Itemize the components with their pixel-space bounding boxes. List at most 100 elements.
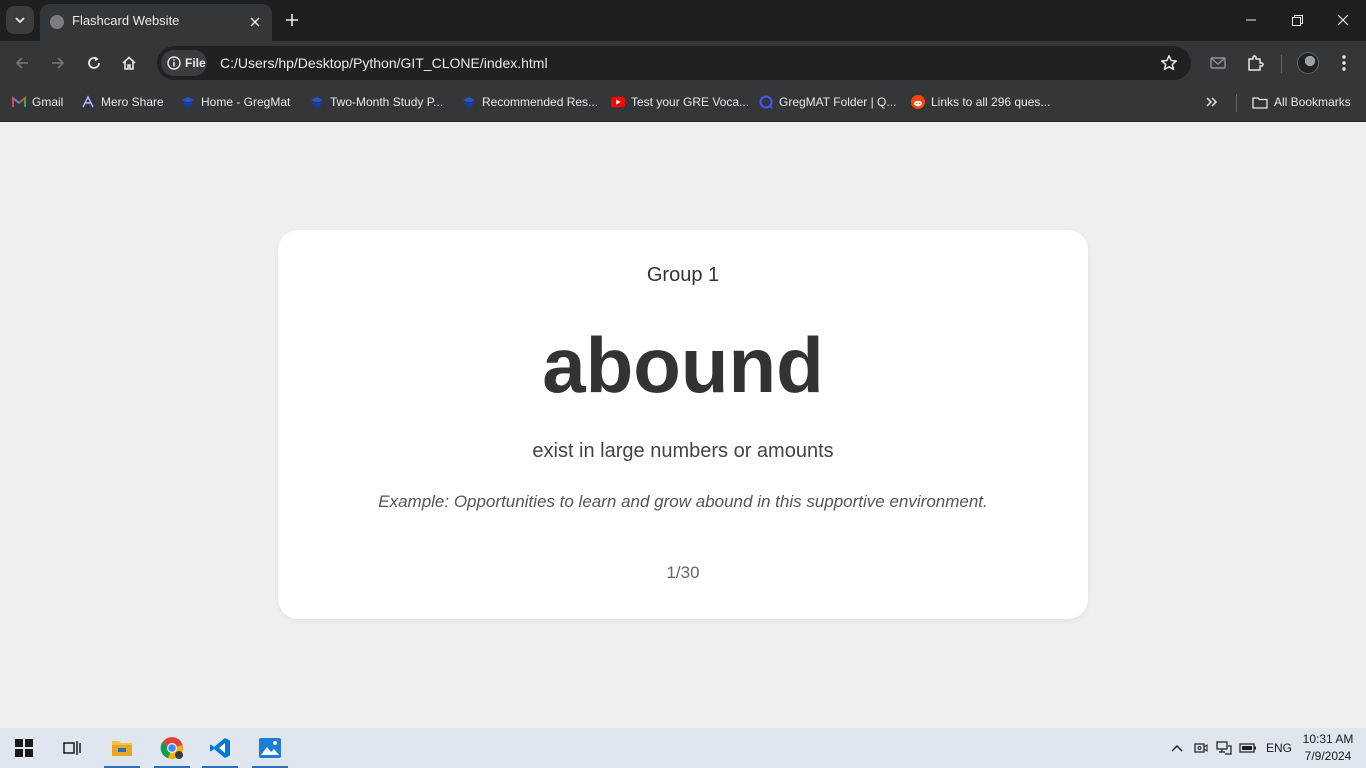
battery-icon xyxy=(1239,743,1256,753)
group-label: Group 1 xyxy=(646,264,720,286)
tray-overflow-button[interactable] xyxy=(1168,740,1186,756)
address-bar[interactable]: File C:/Users/hp/Desktop/Python/GIT_CLON… xyxy=(157,46,1191,80)
bookmark-gmail[interactable]: Gmail xyxy=(12,92,63,112)
gmail-icon xyxy=(12,95,26,109)
bookmark-label: GregMAT Folder | Q... xyxy=(779,95,897,109)
chrome-icon xyxy=(160,737,183,760)
bookmarks-overflow-button[interactable] xyxy=(1202,93,1222,111)
home-button[interactable] xyxy=(114,48,144,78)
tray-meet-button[interactable] xyxy=(1192,740,1210,756)
windows-taskbar: ENG 10:31 AM 7/9/2024 xyxy=(0,728,1366,768)
star-icon xyxy=(1161,55,1177,71)
bookmark-label: Mero Share xyxy=(101,95,164,109)
close-window-button[interactable] xyxy=(1320,0,1366,40)
system-clock[interactable]: 10:31 AM 7/9/2024 xyxy=(1298,731,1358,765)
task-view-icon xyxy=(63,741,81,755)
globe-icon xyxy=(50,15,64,29)
tab-search-button[interactable] xyxy=(6,6,34,34)
tab-strip: Flashcard Website xyxy=(0,0,1366,41)
reddit-icon xyxy=(911,95,925,109)
task-view-button[interactable] xyxy=(52,728,92,768)
webcam-icon xyxy=(1194,743,1208,753)
mail-extension-button[interactable] xyxy=(1207,52,1229,74)
double-chevron-right-icon xyxy=(1206,97,1218,107)
more-vertical-icon xyxy=(1342,55,1346,71)
bookmark-two-month-study[interactable]: Two-Month Study P... xyxy=(310,92,443,112)
mero-share-icon xyxy=(81,95,95,109)
all-bookmarks-button[interactable]: All Bookmarks xyxy=(1252,92,1351,112)
back-button[interactable] xyxy=(7,48,37,78)
taskbar-photos[interactable] xyxy=(250,728,290,768)
flashcard-example: Example: Opportunities to learn and grow… xyxy=(378,492,988,511)
taskbar-chrome[interactable] xyxy=(152,728,192,768)
bookmark-star-button[interactable] xyxy=(1159,53,1179,73)
puzzle-icon xyxy=(1248,55,1264,71)
quizlet-icon xyxy=(759,95,773,109)
network-icon xyxy=(1216,741,1232,755)
home-icon xyxy=(122,56,136,70)
tray-battery-button[interactable] xyxy=(1239,740,1257,756)
scheme-label: File xyxy=(185,56,206,70)
bookmarks-divider xyxy=(1236,94,1237,112)
bookmark-home-gregmat[interactable]: Home - GregMat xyxy=(181,92,290,112)
youtube-icon xyxy=(611,95,625,109)
close-icon xyxy=(1337,14,1349,26)
reload-icon xyxy=(88,56,100,69)
bookmark-label: Recommended Res... xyxy=(482,95,599,109)
extensions-button[interactable] xyxy=(1244,52,1266,74)
flashcard[interactable]: Group 1 abound exist in large numbers or… xyxy=(278,230,1088,619)
new-tab-button[interactable] xyxy=(280,8,304,32)
bookmark-links-296-questions[interactable]: Links to all 296 ques... xyxy=(911,92,1050,112)
gregmat-icon xyxy=(181,95,195,109)
toolbar-divider xyxy=(1281,55,1282,73)
input-language[interactable]: ENG xyxy=(1266,741,1292,755)
flashcard-definition: exist in large numbers or amounts xyxy=(532,440,834,462)
site-info-chip[interactable]: File xyxy=(161,50,207,76)
arrow-left-icon xyxy=(15,57,28,69)
arrow-right-icon xyxy=(52,57,65,69)
clock-time: 10:31 AM xyxy=(1302,732,1354,746)
bookmark-gregmat-folder[interactable]: GregMAT Folder | Q... xyxy=(759,92,896,112)
bookmark-recommended-resources[interactable]: Recommended Res... xyxy=(462,92,598,112)
browser-toolbar: File C:/Users/hp/Desktop/Python/GIT_CLON… xyxy=(0,41,1366,84)
tray-network-button[interactable] xyxy=(1215,740,1233,756)
tab-close-button[interactable] xyxy=(246,13,264,31)
bookmark-mero-share[interactable]: Mero Share xyxy=(81,92,164,112)
card-counter: 1/30 xyxy=(666,563,700,582)
taskbar-file-explorer[interactable] xyxy=(102,728,142,768)
taskbar-vscode[interactable] xyxy=(200,728,240,768)
photos-icon xyxy=(259,738,281,758)
all-bookmarks-label: All Bookmarks xyxy=(1274,95,1351,109)
chevron-down-icon xyxy=(15,17,25,24)
windows-logo-icon xyxy=(15,739,33,757)
start-button[interactable] xyxy=(4,728,44,768)
bookmarks-bar: Gmail Mero Share Home - GregMat Two-Mont… xyxy=(0,84,1366,122)
chevron-up-icon xyxy=(1171,745,1183,752)
reload-button[interactable] xyxy=(79,48,109,78)
vscode-icon xyxy=(210,738,230,758)
info-icon xyxy=(167,56,181,70)
bookmark-label: Test your GRE Voca... xyxy=(631,95,750,109)
close-icon xyxy=(250,17,260,27)
gregmat-icon xyxy=(462,95,476,109)
mail-icon xyxy=(1210,57,1226,69)
flashcard-word: abound xyxy=(542,321,824,409)
clock-date: 7/9/2024 xyxy=(1304,749,1352,763)
tab-title: Flashcard Website xyxy=(72,13,180,28)
minimize-icon xyxy=(1246,19,1256,21)
browser-menu-button[interactable] xyxy=(1333,52,1355,74)
bookmark-test-gre-vocab[interactable]: Test your GRE Voca... xyxy=(611,92,749,112)
profile-avatar[interactable] xyxy=(1297,52,1319,74)
restore-icon xyxy=(1291,14,1303,26)
minimize-button[interactable] xyxy=(1228,0,1274,40)
bookmark-label: Links to all 296 ques... xyxy=(931,95,1051,109)
restore-button[interactable] xyxy=(1274,0,1320,40)
bookmark-label: Home - GregMat xyxy=(201,95,291,109)
bookmark-label: Gmail xyxy=(32,95,64,109)
tab-flashcard[interactable]: Flashcard Website xyxy=(40,4,272,41)
folder-icon xyxy=(1252,95,1268,109)
plus-icon xyxy=(286,14,298,26)
forward-button[interactable] xyxy=(43,48,73,78)
bookmark-label: Two-Month Study P... xyxy=(330,95,444,109)
url-text[interactable]: C:/Users/hp/Desktop/Python/GIT_CLONE/ind… xyxy=(220,55,548,71)
